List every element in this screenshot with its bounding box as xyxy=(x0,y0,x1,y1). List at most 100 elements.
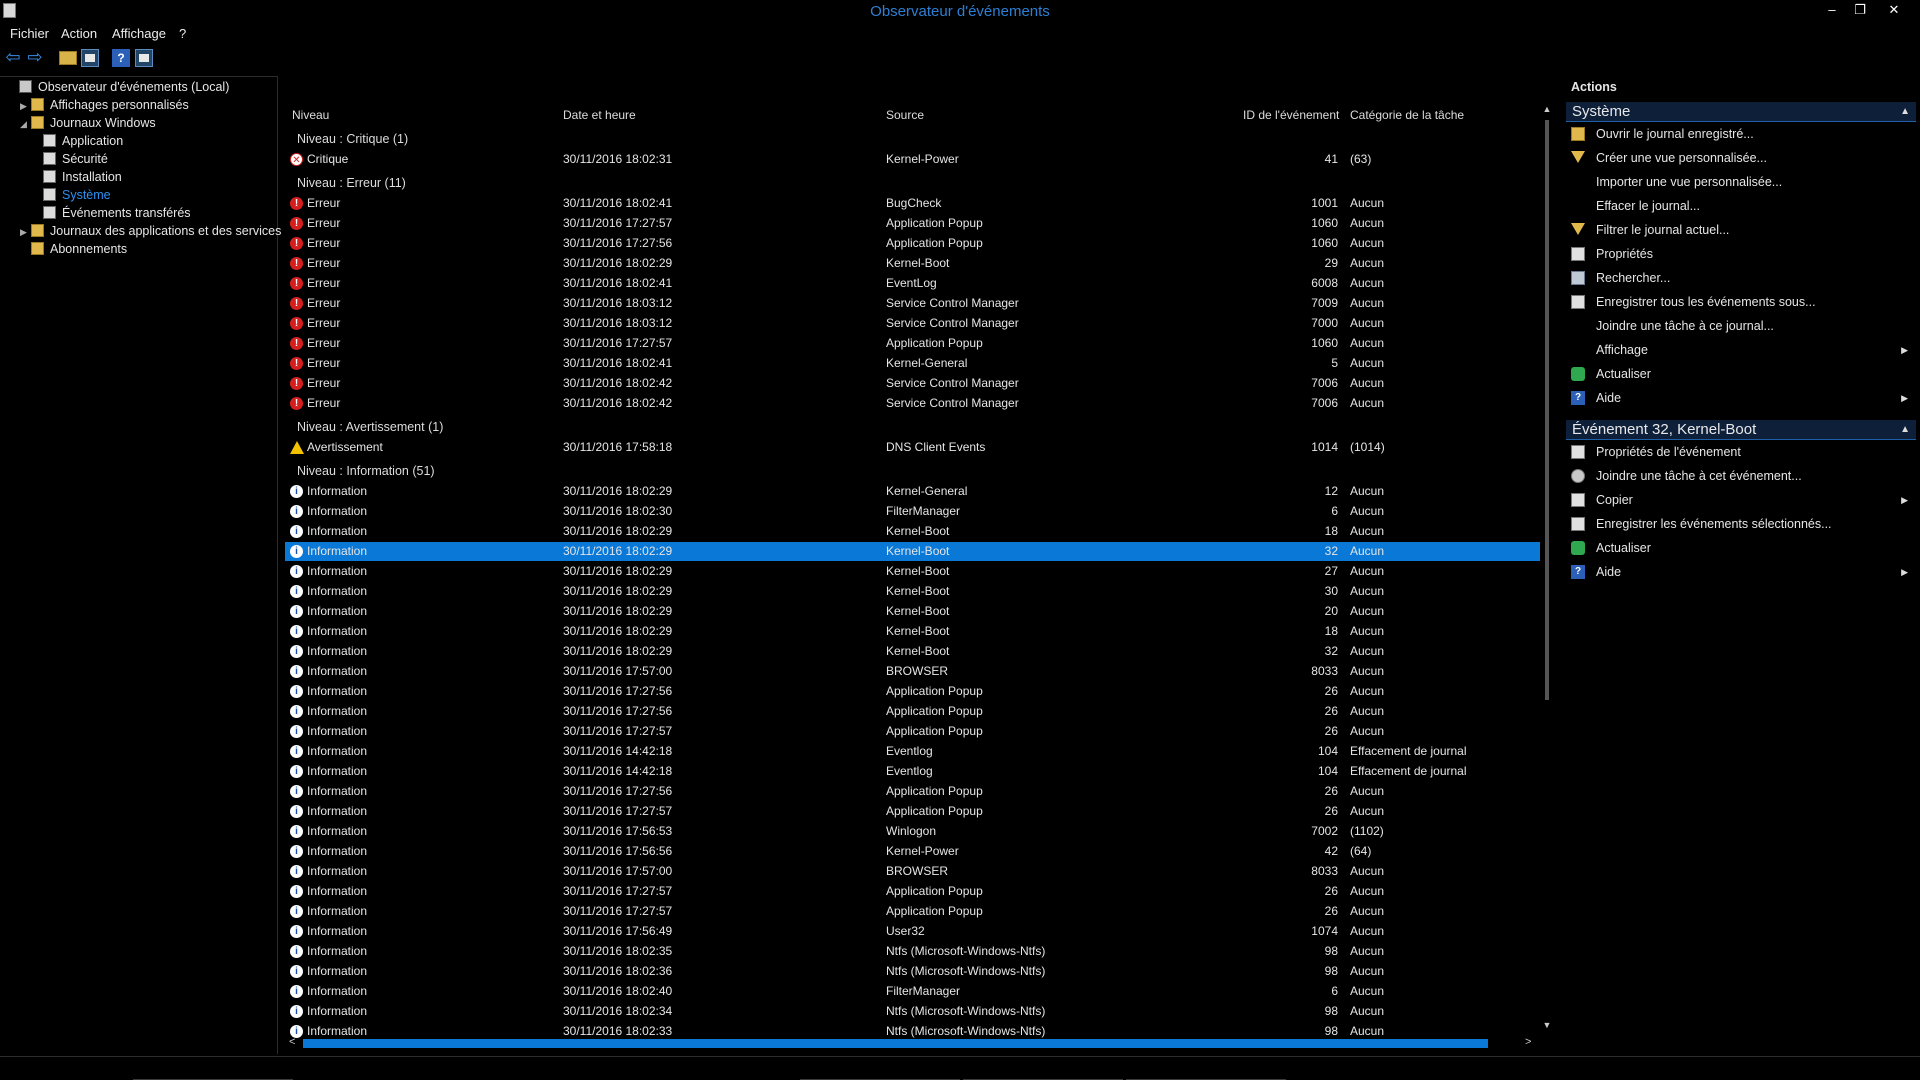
action-pane-icon[interactable] xyxy=(135,49,153,67)
action-item[interactable]: Joindre une tâche à cet événement... xyxy=(1566,466,1916,486)
action-item[interactable]: Créer une vue personnalisée... xyxy=(1566,148,1916,168)
tree-item-7[interactable]: Événements transférés xyxy=(32,205,191,222)
action-item[interactable]: Copier ▶ xyxy=(1566,490,1916,510)
vertical-scrollbar[interactable]: ▲ ▼ xyxy=(1542,104,1552,1040)
tree-item-8[interactable]: ▶ Journaux des applications et des servic… xyxy=(20,223,281,240)
close-button[interactable]: ✕ xyxy=(1880,0,1908,22)
event-row[interactable]: i Information 30/11/2016 18:02:29 Kernel-Bo… xyxy=(285,542,1540,561)
actions-section-header[interactable]: Événement 32, Kernel-Boot ▲ xyxy=(1566,420,1916,440)
action-item[interactable]: Filtrer le journal actuel... xyxy=(1566,220,1916,240)
event-row[interactable]: i Information 30/11/2016 18:02:29 Kernel-Bo… xyxy=(285,582,1540,601)
event-row[interactable]: Avertissement 30/11/2016 17:58:18 DNS Clie… xyxy=(285,438,1540,457)
scroll-down-icon[interactable]: ▼ xyxy=(1542,1020,1552,1030)
event-row[interactable]: ! Erreur 30/11/2016 18:02:41 EventLog 6008 Au… xyxy=(285,274,1540,293)
event-row[interactable]: i Information 30/11/2016 18:02:29 Kernel-Bo… xyxy=(285,562,1540,581)
column-header-level[interactable]: Niveau xyxy=(292,108,329,122)
event-row[interactable]: i Information 30/11/2016 14:42:18 Eventlog 1… xyxy=(285,742,1540,761)
event-row[interactable]: ! Erreur 30/11/2016 18:03:12 Service Contro… xyxy=(285,314,1540,333)
event-row[interactable]: i Information 30/11/2016 18:02:29 Kernel-Bo… xyxy=(285,622,1540,641)
tree-item-1[interactable]: ▶ Affichages personnalisés xyxy=(20,97,189,114)
column-header-source[interactable]: Source xyxy=(886,108,924,122)
back-arrow-icon[interactable]: ⇦ xyxy=(4,48,22,67)
action-item[interactable]: ? Aide ▶ xyxy=(1566,562,1916,582)
action-item[interactable]: Enregistrer les événements sélectionnés.… xyxy=(1566,514,1916,534)
tree-expander-icon[interactable]: ▶ xyxy=(20,98,31,115)
event-row[interactable]: i Information 30/11/2016 17:56:49 User32 107… xyxy=(285,922,1540,941)
actions-section-header[interactable]: Système ▲ xyxy=(1566,102,1916,122)
action-item[interactable]: Ouvrir le journal enregistré... xyxy=(1566,124,1916,144)
event-row[interactable]: ! Erreur 30/11/2016 18:02:41 BugCheck 1001 Au… xyxy=(285,194,1540,213)
restore-button[interactable]: ❐ xyxy=(1846,0,1874,22)
event-row[interactable]: i Information 30/11/2016 18:02:29 Kernel-Bo… xyxy=(285,602,1540,621)
event-row[interactable]: i Information 30/11/2016 18:02:29 Kernel-Ge… xyxy=(285,482,1540,501)
collapse-icon[interactable]: ▲ xyxy=(1900,102,1910,122)
tree-item-5[interactable]: Installation xyxy=(32,169,122,186)
tree-item-2[interactable]: ◢ Journaux Windows xyxy=(20,115,156,132)
event-row[interactable]: i Information 30/11/2016 17:27:57 Applicati… xyxy=(285,802,1540,821)
event-row[interactable]: i Information 30/11/2016 17:57:00 BROWSER 80… xyxy=(285,662,1540,681)
horizontal-scroll-thumb[interactable] xyxy=(303,1039,1488,1048)
action-item[interactable]: Joindre une tâche à ce journal... xyxy=(1566,316,1916,336)
event-row[interactable]: i Information 30/11/2016 17:27:57 Applicati… xyxy=(285,882,1540,901)
event-row[interactable]: i Information 30/11/2016 18:02:35 Ntfs (Mic… xyxy=(285,942,1540,961)
group-header[interactable]: Niveau : Information (51) xyxy=(297,464,435,478)
scroll-up-icon[interactable]: ▲ xyxy=(1542,104,1552,114)
action-item[interactable]: Enregistrer tous les événements sous... xyxy=(1566,292,1916,312)
menu-action[interactable]: Action xyxy=(61,26,97,41)
event-row[interactable]: i Information 30/11/2016 17:27:56 Applicati… xyxy=(285,702,1540,721)
action-item[interactable]: Actualiser xyxy=(1566,538,1916,558)
event-row[interactable]: i Information 30/11/2016 17:27:56 Applicati… xyxy=(285,782,1540,801)
group-header[interactable]: Niveau : Erreur (11) xyxy=(297,176,406,190)
action-item[interactable]: Propriétés xyxy=(1566,244,1916,264)
menu-fichier[interactable]: Fichier xyxy=(10,26,49,41)
help-icon[interactable]: ? xyxy=(112,49,130,67)
event-row[interactable]: ! Erreur 30/11/2016 17:27:57 Application Po… xyxy=(285,214,1540,233)
event-row[interactable]: i Information 30/11/2016 17:56:56 Kernel-Po… xyxy=(285,842,1540,861)
event-row[interactable]: ! Erreur 30/11/2016 18:02:42 Service Contro… xyxy=(285,374,1540,393)
action-item[interactable]: Importer une vue personnalisée... xyxy=(1566,172,1916,192)
forward-arrow-icon[interactable]: ⇨ xyxy=(26,48,44,67)
scroll-right-icon[interactable]: > xyxy=(1525,1036,1531,1048)
event-row[interactable]: ✕ Critique 30/11/2016 18:02:31 Kernel-Power… xyxy=(285,150,1540,169)
event-row[interactable]: ! Erreur 30/11/2016 18:02:42 Service Contro… xyxy=(285,394,1540,413)
tree-expander-icon[interactable]: ▶ xyxy=(20,224,31,241)
tree-item-3[interactable]: Application xyxy=(32,133,123,150)
event-row[interactable]: i Information 30/11/2016 17:57:00 BROWSER 80… xyxy=(285,862,1540,881)
event-row[interactable]: ! Erreur 30/11/2016 18:02:41 Kernel-General… xyxy=(285,354,1540,373)
scroll-left-icon[interactable]: < xyxy=(289,1036,295,1048)
action-item[interactable]: Propriétés de l'événement xyxy=(1566,442,1916,462)
tree-item-4[interactable]: Sécurité xyxy=(32,151,108,168)
event-row[interactable]: i Information 30/11/2016 18:02:29 Kernel-Bo… xyxy=(285,642,1540,661)
action-item[interactable]: ? Aide ▶ xyxy=(1566,388,1916,408)
tree-item-6[interactable]: Système xyxy=(32,187,111,204)
event-row[interactable]: i Information 30/11/2016 14:42:18 Eventlog 1… xyxy=(285,762,1540,781)
horizontal-scrollbar[interactable]: < > xyxy=(285,1036,1540,1050)
action-item[interactable]: Affichage ▶ xyxy=(1566,340,1916,360)
tree-expander-icon[interactable]: ◢ xyxy=(20,116,31,133)
event-row[interactable]: i Information 30/11/2016 18:02:30 FilterMan… xyxy=(285,502,1540,521)
column-header-date[interactable]: Date et heure xyxy=(563,108,636,122)
menu-help[interactable]: ? xyxy=(179,26,186,41)
event-row[interactable]: ! Erreur 30/11/2016 17:27:57 Application Po… xyxy=(285,334,1540,353)
event-row[interactable]: i Information 30/11/2016 17:27:57 Applicati… xyxy=(285,902,1540,921)
event-row[interactable]: ! Erreur 30/11/2016 18:03:12 Service Contro… xyxy=(285,294,1540,313)
event-row[interactable]: i Information 30/11/2016 17:27:57 Applicati… xyxy=(285,722,1540,741)
console-tree-icon[interactable] xyxy=(81,49,99,67)
minimize-button[interactable]: – xyxy=(1818,0,1846,22)
group-header[interactable]: Niveau : Critique (1) xyxy=(297,132,408,146)
collapse-icon[interactable]: ▲ xyxy=(1900,420,1910,440)
event-row[interactable]: ! Erreur 30/11/2016 18:02:29 Kernel-Boot 29 A… xyxy=(285,254,1540,273)
event-row[interactable]: i Information 30/11/2016 18:02:40 FilterMan… xyxy=(285,982,1540,1001)
action-item[interactable]: Effacer le journal... xyxy=(1566,196,1916,216)
event-row[interactable]: i Information 30/11/2016 17:27:56 Applicati… xyxy=(285,682,1540,701)
event-row[interactable]: i Information 30/11/2016 18:02:36 Ntfs (Mic… xyxy=(285,962,1540,981)
tree-item-9[interactable]: Abonnements xyxy=(20,241,127,258)
event-row[interactable]: i Information 30/11/2016 17:56:53 Winlogon 7… xyxy=(285,822,1540,841)
tree-item-0[interactable]: Observateur d'événements (Local) xyxy=(8,79,229,96)
column-header-category[interactable]: Catégorie de la tâche xyxy=(1350,108,1464,122)
action-item[interactable]: Actualiser xyxy=(1566,364,1916,384)
open-folder-icon[interactable] xyxy=(59,51,77,65)
menu-affichage[interactable]: Affichage xyxy=(112,26,166,41)
event-row[interactable]: ! Erreur 30/11/2016 17:27:56 Application Po… xyxy=(285,234,1540,253)
event-row[interactable]: i Information 30/11/2016 18:02:34 Ntfs (Mic… xyxy=(285,1002,1540,1021)
